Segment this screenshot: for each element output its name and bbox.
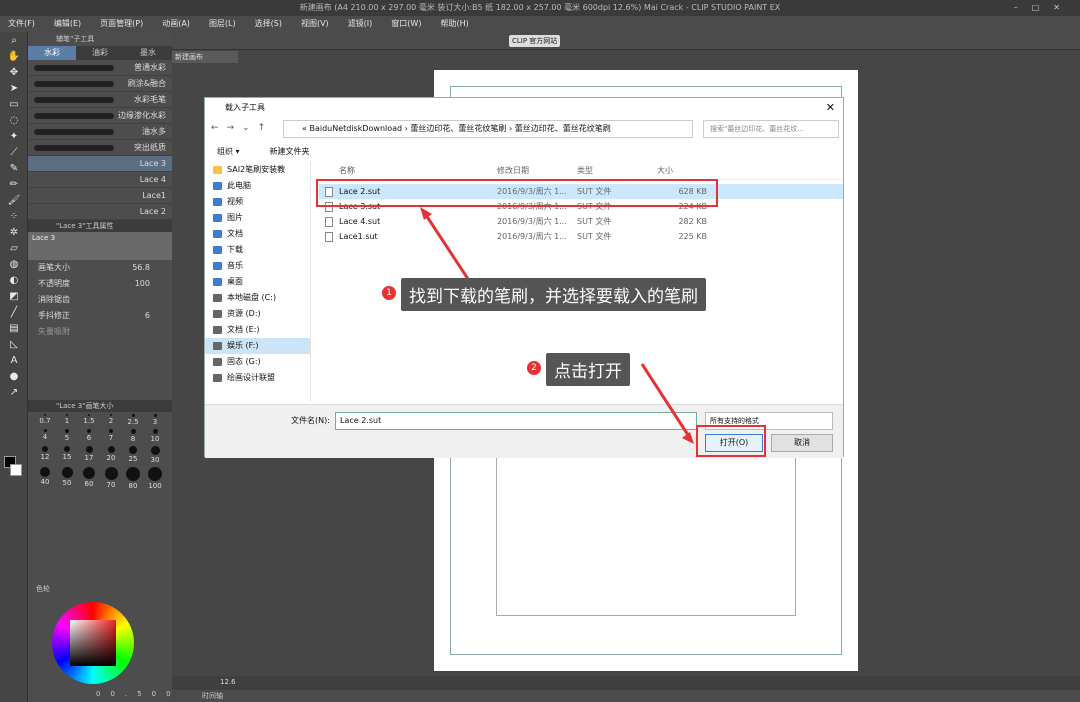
annotation-arrows	[420, 207, 694, 444]
annotation-callout-1: 找到下载的笔刷，并选择要载入的笔刷	[401, 278, 706, 311]
annotation-badge: 2	[527, 361, 541, 375]
annotation-badge: 1	[382, 286, 396, 300]
annotation-callout-2: 点击打开	[546, 353, 630, 386]
